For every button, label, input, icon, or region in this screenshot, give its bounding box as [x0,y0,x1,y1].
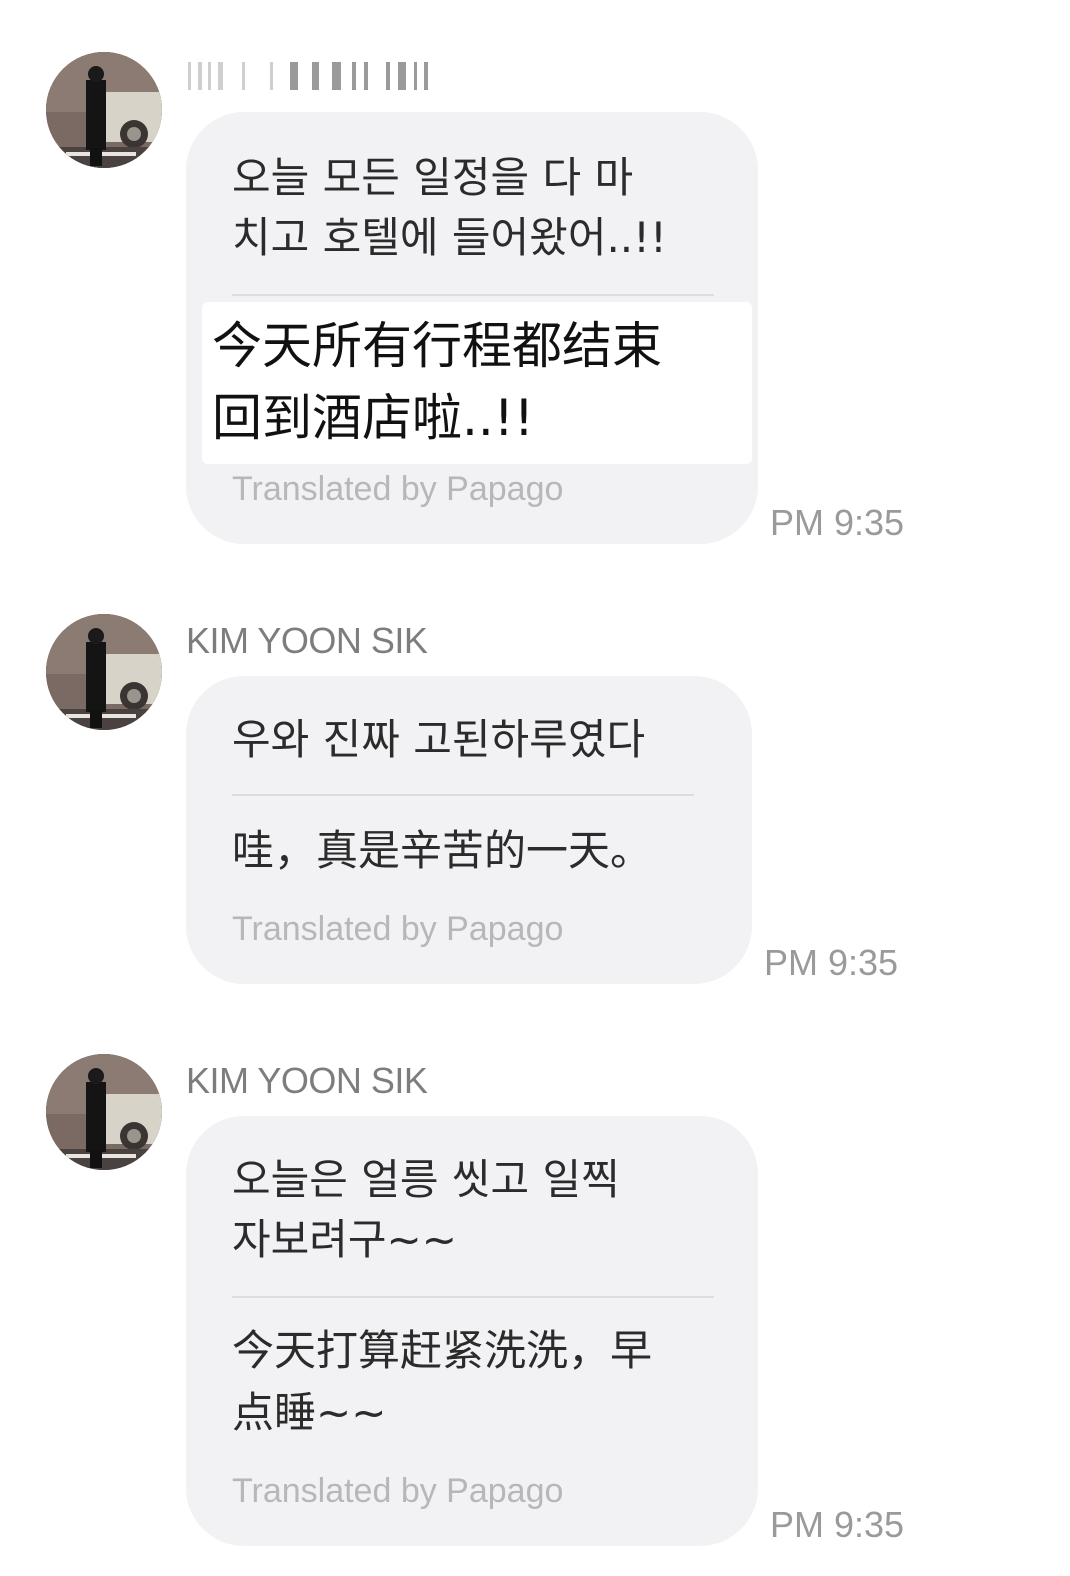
translator-credit: Translated by Papago [232,470,564,508]
translator-credit: Translated by Papago [232,1472,564,1510]
korean-line: 오늘 모든 일정을 다 마 [232,153,634,202]
chinese-line: 今天打算赶紧洗洗，早 [232,1326,653,1375]
timestamp: PM 9:35 [770,1504,905,1545]
message-bubble[interactable]: 오늘 모든 일정을 다 마 치고 호텔에 들어왔어..!! 今天所有行程都结束 … [186,112,758,544]
translator-credit: Translated by Papago [232,910,564,948]
avatar[interactable] [46,1054,162,1170]
avatar[interactable] [46,614,162,730]
chinese-translation: 今天打算赶紧洗洗，早 点睡~~ [232,1320,652,1444]
chinese-line: 回到酒店啦..!! [212,389,534,447]
chinese-line: 点睡~~ [232,1388,387,1437]
korean-line: 자보려구~~ [232,1215,457,1264]
chinese-translation-highlighted: 今天所有行程都结束 回到酒店啦..!! [202,302,752,464]
divider [232,794,694,796]
korean-text: 우와 진짜 고된하루였다 [232,710,645,770]
korean-text: 오늘 모든 일정을 다 마 치고 호텔에 들어왔어..!! [232,148,667,268]
korean-line: 치고 호텔에 들어왔어..!! [232,213,667,262]
chinese-line: 哇，真是辛苦的一天。 [232,826,653,875]
message-bubble[interactable]: 오늘은 얼릉 씻고 일찍 자보려구~~ 今天打算赶紧洗洗，早 点睡~~ Tran… [186,1116,758,1546]
avatar[interactable] [46,52,162,168]
sender-name-redacted [186,58,436,94]
chinese-line: 今天所有行程都结束 [212,317,662,375]
korean-line: 오늘은 얼릉 씻고 일찍 [232,1155,620,1204]
korean-text: 오늘은 얼릉 씻고 일찍 자보려구~~ [232,1150,620,1270]
korean-line: 우와 진짜 고된하루였다 [232,715,646,764]
divider [232,1296,714,1298]
sender-name: KIM YOON SIK [186,1060,428,1101]
sender-name: KIM YOON SIK [186,620,428,661]
timestamp: PM 9:35 [770,502,905,543]
chinese-translation: 哇，真是辛苦的一天。 [232,820,652,882]
message-bubble[interactable]: 우와 진짜 고된하루였다 哇，真是辛苦的一天。 Translated by Pa… [186,676,752,984]
divider [232,294,714,296]
timestamp: PM 9:35 [764,942,899,983]
